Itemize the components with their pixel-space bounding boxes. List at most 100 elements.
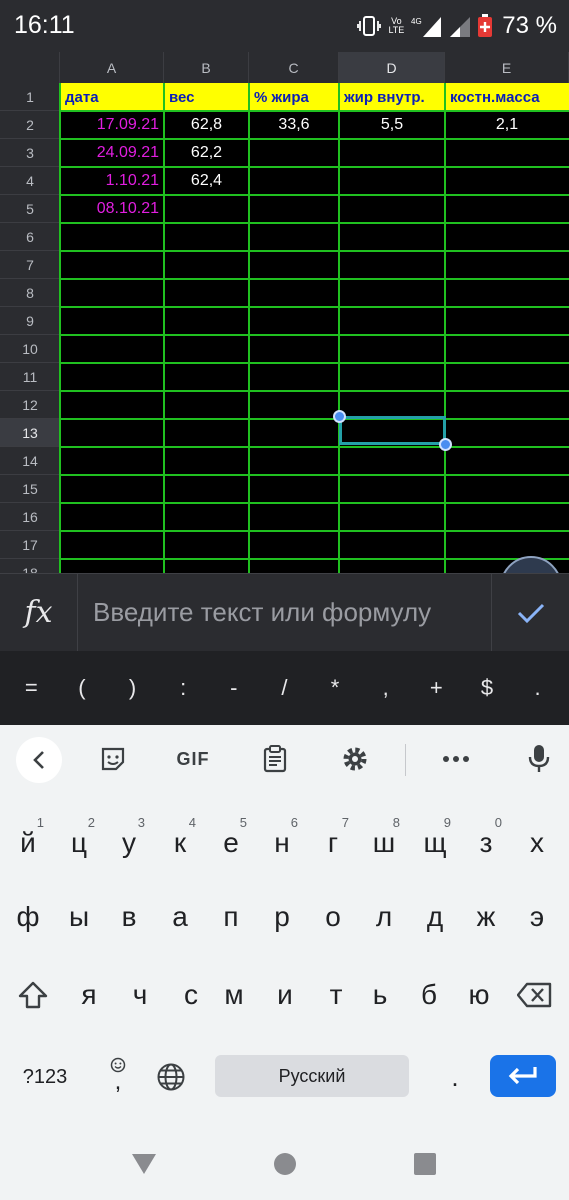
key-г[interactable]: г7 [308, 813, 358, 873]
row-header-5[interactable]: 5 [0, 195, 60, 223]
cell-a4[interactable]: 1.10.21 [60, 167, 164, 195]
clipboard-button[interactable] [260, 741, 290, 777]
key-я[interactable]: я [64, 965, 114, 1025]
key-б[interactable]: б [404, 965, 454, 1025]
gif-button[interactable]: GIF [170, 741, 216, 777]
cell-c2[interactable]: 33,6 [249, 111, 339, 139]
key-ц[interactable]: ц2 [54, 813, 104, 873]
recents-square-icon[interactable] [413, 1152, 437, 1176]
symbol-slash-key[interactable]: / [264, 675, 304, 701]
row-header-4[interactable]: 4 [0, 167, 60, 195]
spreadsheet-grid[interactable]: A B C D E 1 2 3 4 5 6 7 8 9 10 11 12 13 … [0, 52, 569, 573]
key-з[interactable]: з0 [461, 813, 511, 873]
key-а[interactable]: а [155, 887, 205, 947]
column-header-a[interactable]: A [60, 52, 164, 83]
back-triangle-icon[interactable] [131, 1153, 157, 1175]
cell-a3[interactable]: 24.09.21 [60, 139, 164, 167]
symbol-equals-key[interactable]: = [11, 675, 51, 701]
enter-key[interactable] [490, 1055, 556, 1097]
more-options-button[interactable] [440, 741, 472, 777]
selected-cell-d13[interactable] [339, 416, 446, 445]
settings-button[interactable] [340, 741, 370, 777]
row-header-7[interactable]: 7 [0, 251, 60, 279]
key-у[interactable]: у3 [104, 813, 154, 873]
keyboard-back-button[interactable] [16, 737, 62, 783]
key-т[interactable]: т [311, 965, 361, 1025]
key-ш[interactable]: ш8 [359, 813, 409, 873]
cell-d2[interactable]: 5,5 [339, 111, 445, 139]
selection-handle-end[interactable] [439, 438, 452, 451]
cell-a1[interactable]: дата [60, 83, 164, 111]
key-ф[interactable]: ф [3, 887, 53, 947]
row-header-14[interactable]: 14 [0, 447, 60, 475]
row-header-11[interactable]: 11 [0, 363, 60, 391]
symbol-plus-key[interactable]: + [416, 675, 456, 701]
key-к[interactable]: к4 [155, 813, 205, 873]
key-ы[interactable]: ы [54, 887, 104, 947]
symbol-colon-key[interactable]: : [163, 675, 203, 701]
row-header-10[interactable]: 10 [0, 335, 60, 363]
key-о[interactable]: о [308, 887, 358, 947]
key-н[interactable]: н6 [257, 813, 307, 873]
cell-c1[interactable]: % жира [249, 83, 339, 111]
fx-icon[interactable]: fx [0, 574, 78, 651]
formula-input[interactable]: Введите текст или формулу [93, 597, 431, 628]
confirm-check-button[interactable] [491, 574, 569, 651]
key-щ[interactable]: щ9 [410, 813, 460, 873]
symbol-period-key[interactable]: . [518, 675, 558, 701]
home-circle-icon[interactable] [273, 1152, 297, 1176]
select-all-corner[interactable] [0, 52, 60, 83]
column-header-c[interactable]: C [249, 52, 339, 83]
key-д[interactable]: д [410, 887, 460, 947]
symbol-comma-key[interactable]: , [366, 675, 406, 701]
key-х[interactable]: х [512, 813, 562, 873]
key-ь[interactable]: ь [355, 965, 405, 1025]
row-header-18[interactable]: 18 [0, 559, 60, 573]
cell-a5[interactable]: 08.10.21 [60, 195, 164, 223]
cell-b2[interactable]: 62,8 [164, 111, 249, 139]
key-э[interactable]: э [512, 887, 562, 947]
symbol-asterisk-key[interactable]: * [315, 675, 355, 701]
language-key[interactable] [152, 1060, 190, 1094]
cell-a2[interactable]: 17.09.21 [60, 111, 164, 139]
sticker-button[interactable] [98, 741, 128, 777]
key-в[interactable]: в [104, 887, 154, 947]
shift-key[interactable] [8, 965, 58, 1025]
key-ч[interactable]: ч [115, 965, 165, 1025]
key-й[interactable]: й1 [3, 813, 53, 873]
row-header-1[interactable]: 1 [0, 83, 60, 111]
backspace-key[interactable] [510, 965, 560, 1025]
cell-b3[interactable]: 62,2 [164, 139, 249, 167]
cell-d1[interactable]: жир внутр. [339, 83, 445, 111]
column-header-d[interactable]: D [339, 52, 445, 83]
row-header-17[interactable]: 17 [0, 531, 60, 559]
symbol-minus-key[interactable]: - [214, 675, 254, 701]
row-header-13[interactable]: 13 [0, 419, 60, 447]
row-header-9[interactable]: 9 [0, 307, 60, 335]
cell-b4[interactable]: 62,4 [164, 167, 249, 195]
column-header-b[interactable]: B [164, 52, 249, 83]
key-м[interactable]: м [209, 965, 259, 1025]
comma-emoji-key[interactable]: , [100, 1050, 136, 1098]
column-header-e[interactable]: E [445, 52, 569, 83]
key-р[interactable]: р [257, 887, 307, 947]
row-header-15[interactable]: 15 [0, 475, 60, 503]
selection-handle-start[interactable] [333, 410, 346, 423]
cell-b1[interactable]: вес [164, 83, 249, 111]
key-ю[interactable]: ю [454, 965, 504, 1025]
row-header-16[interactable]: 16 [0, 503, 60, 531]
row-header-12[interactable]: 12 [0, 391, 60, 419]
row-header-3[interactable]: 3 [0, 139, 60, 167]
cell-e2[interactable]: 2,1 [445, 111, 569, 139]
key-ж[interactable]: ж [461, 887, 511, 947]
voice-input-button[interactable] [524, 741, 554, 777]
row-header-6[interactable]: 6 [0, 223, 60, 251]
space-bar[interactable]: Русский [215, 1055, 409, 1097]
key-л[interactable]: л [359, 887, 409, 947]
symbol-open-paren-key[interactable]: ( [62, 675, 102, 701]
row-header-8[interactable]: 8 [0, 279, 60, 307]
symbols-key[interactable]: ?123 [12, 1060, 78, 1094]
key-и[interactable]: и [260, 965, 310, 1025]
symbol-dollar-key[interactable]: $ [467, 675, 507, 701]
key-п[interactable]: п [206, 887, 256, 947]
